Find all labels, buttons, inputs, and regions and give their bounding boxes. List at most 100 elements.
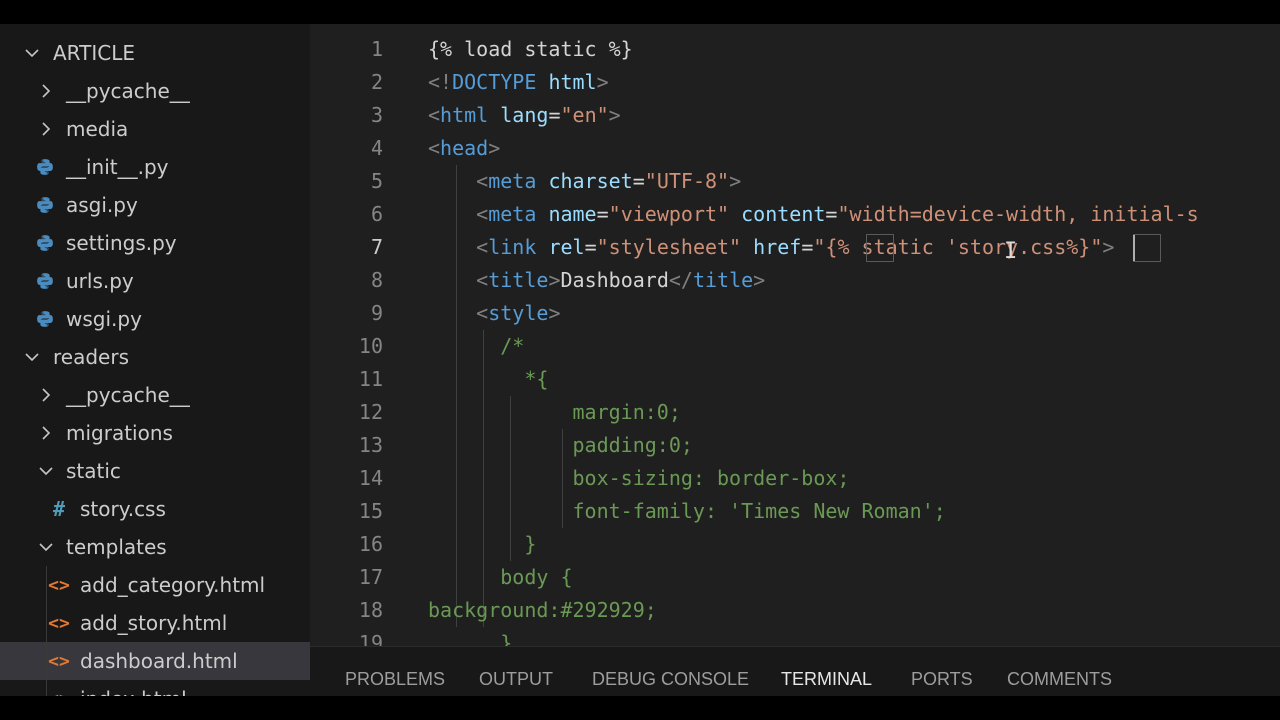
- code-text: box-sizing: border-box;: [428, 462, 850, 495]
- code-token: html: [440, 103, 489, 127]
- chevron-down-icon[interactable]: [22, 34, 42, 72]
- python-file-icon: [34, 148, 56, 186]
- python-file-icon: [34, 300, 56, 338]
- explorer-item-label: index.html: [80, 687, 187, 696]
- code-token: </: [668, 268, 693, 292]
- code-line[interactable]: 3 <html lang="en">: [310, 99, 1280, 132]
- explorer-item[interactable]: urls.py: [0, 262, 310, 300]
- explorer-item-label: wsgi.py: [66, 307, 142, 331]
- code-text: <title>Dashboard</title>: [428, 264, 765, 297]
- code-token: "UTF-8": [644, 169, 730, 193]
- explorer-item-label: static: [66, 459, 121, 483]
- explorer-item[interactable]: readers: [0, 338, 310, 376]
- code-line[interactable]: 9 <style>: [310, 297, 1280, 330]
- chevron-down-icon[interactable]: [36, 452, 56, 490]
- code-token: "{% static 'story.css%}": [813, 235, 1103, 259]
- code-token: <: [428, 136, 441, 160]
- code-token: <: [476, 202, 489, 226]
- code-line[interactable]: 4 <head>: [310, 132, 1280, 165]
- code-token: /*: [500, 334, 525, 358]
- html-file-icon: <>: [48, 612, 70, 634]
- explorer-item[interactable]: # story.css: [0, 490, 310, 528]
- code-line[interactable]: 15 font-family: 'Times New Roman';: [310, 495, 1280, 528]
- chevron-down-icon[interactable]: [22, 338, 42, 376]
- explorer-item[interactable]: __pycache__: [0, 376, 310, 414]
- explorer-item[interactable]: ARTICLE: [0, 34, 310, 72]
- bracket-match-highlight: [866, 234, 894, 262]
- code-line[interactable]: 14 box-sizing: border-box;: [310, 462, 1280, 495]
- code-token: href: [753, 235, 802, 259]
- explorer-item[interactable]: media: [0, 110, 310, 148]
- panel-tab-bar: PROBLEMS OUTPUT DEBUG CONSOLE TERMINAL PORTS…: [310, 646, 1280, 696]
- code-token: =: [584, 235, 597, 259]
- code-text: background:#292929;: [428, 594, 657, 627]
- code-line[interactable]: 13 padding:0;: [310, 429, 1280, 462]
- explorer-item[interactable]: wsgi.py: [0, 300, 310, 338]
- code-token: >: [753, 268, 766, 292]
- explorer-item[interactable]: settings.py: [0, 224, 310, 262]
- code-text: }: [428, 528, 536, 561]
- panel-tab-comments[interactable]: COMMENTS: [1007, 647, 1112, 696]
- chevron-right-icon[interactable]: [36, 110, 56, 148]
- chevron-right-icon[interactable]: [36, 414, 56, 452]
- panel-tab-output[interactable]: OUTPUT: [479, 647, 553, 696]
- line-number: 10: [358, 334, 383, 358]
- line-number: 4: [370, 136, 383, 160]
- code-line[interactable]: 11 *{: [310, 363, 1280, 396]
- chevron-right-icon[interactable]: [36, 376, 56, 414]
- code-token: =: [801, 235, 814, 259]
- line-number: 5: [370, 169, 383, 193]
- code-line[interactable]: 17 body {: [310, 561, 1280, 594]
- panel-tab-ports[interactable]: PORTS: [911, 647, 973, 696]
- code-line[interactable]: 16 }: [310, 528, 1280, 561]
- code-token: =: [596, 202, 609, 226]
- code-text: *{: [428, 363, 548, 396]
- explorer-item[interactable]: asgi.py: [0, 186, 310, 224]
- explorer-item-label: urls.py: [66, 269, 134, 293]
- code-line[interactable]: 12 margin:0;: [310, 396, 1280, 429]
- explorer-item[interactable]: __init__.py: [0, 148, 310, 186]
- vscode-window: ARTICLE __pycache__ media __init__.py asgi.p…: [0, 24, 1280, 696]
- panel-tab-problems[interactable]: PROBLEMS: [345, 647, 445, 696]
- code-token: background:#292929;: [428, 598, 657, 622]
- code-line[interactable]: 6 <meta name="viewport" content="width=d…: [310, 198, 1280, 231]
- code-line[interactable]: 1 {% load static %}: [310, 33, 1280, 66]
- code-line[interactable]: 10 /*: [310, 330, 1280, 363]
- chevron-right-icon[interactable]: [36, 72, 56, 110]
- panel-tab-debug-console[interactable]: DEBUG CONSOLE: [592, 647, 749, 696]
- explorer-item[interactable]: __pycache__: [0, 72, 310, 110]
- code-token: title: [488, 268, 549, 292]
- code-line[interactable]: 19 }: [310, 627, 1280, 646]
- code-token: charset: [548, 169, 633, 193]
- line-number: 19: [358, 631, 383, 646]
- panel-tab-terminal[interactable]: TERMINAL: [781, 647, 872, 696]
- code-token: lang: [500, 103, 549, 127]
- code-token: >: [548, 268, 561, 292]
- code-line[interactable]: 5 <meta charset="UTF-8">: [310, 165, 1280, 198]
- code-token: <: [476, 301, 489, 325]
- code-text: <!DOCTYPE html>: [428, 66, 609, 99]
- code-editor[interactable]: 1 {% load static %} 2 <!DOCTYPE html> 3 <html…: [310, 24, 1280, 646]
- code-token: "en": [560, 103, 609, 127]
- code-token: >: [596, 70, 609, 94]
- line-number: 8: [370, 268, 383, 292]
- code-line[interactable]: 2 <!DOCTYPE html>: [310, 66, 1280, 99]
- explorer-item-label: migrations: [66, 421, 173, 445]
- code-line[interactable]: 8 <title>Dashboard</title>: [310, 264, 1280, 297]
- bracket-match-highlight: [1133, 234, 1161, 262]
- explorer-item[interactable]: migrations: [0, 414, 310, 452]
- chevron-down-icon[interactable]: [36, 528, 56, 566]
- code-line[interactable]: 18 background:#292929;: [310, 594, 1280, 627]
- explorer-item[interactable]: static: [0, 452, 310, 490]
- code-token: {% load static %}: [428, 37, 633, 61]
- explorer-item-label: add_story.html: [80, 611, 228, 635]
- explorer-item[interactable]: templates: [0, 528, 310, 566]
